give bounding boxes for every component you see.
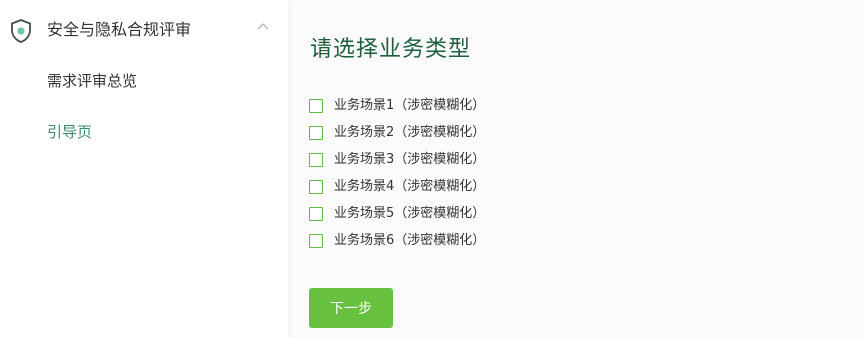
checkbox[interactable] [309, 179, 323, 194]
option-label: 业务场景4（涉密模糊化） [334, 178, 486, 194]
shield-icon [11, 19, 31, 43]
sidebar: 安全与隐私合规评审 需求评审总览 引导页 [0, 0, 288, 338]
chevron-up-icon[interactable] [257, 22, 269, 30]
option-label: 业务场景5（涉密模糊化） [334, 205, 486, 221]
sidebar-group-label: 安全与隐私合规评审 [47, 20, 192, 39]
page-title: 请选择业务类型 [310, 37, 472, 62]
main-content: 请选择业务类型 业务场景1（涉密模糊化） 业务场景2（涉密模糊化） 业务场景3（… [288, 0, 864, 338]
checkbox[interactable] [309, 125, 323, 140]
option-business-scenario-5[interactable]: 业务场景5（涉密模糊化） [309, 200, 485, 227]
checkbox[interactable] [309, 152, 323, 167]
option-business-scenario-6[interactable]: 业务场景6（涉密模糊化） [309, 227, 485, 254]
next-step-button[interactable]: 下一步 [309, 288, 393, 328]
option-business-scenario-3[interactable]: 业务场景3（涉密模糊化） [309, 146, 485, 173]
checkbox[interactable] [309, 233, 323, 248]
option-label: 业务场景1（涉密模糊化） [334, 97, 486, 113]
option-business-scenario-4[interactable]: 业务场景4（涉密模糊化） [309, 173, 485, 200]
sidebar-item-review-overview[interactable]: 需求评审总览 [47, 70, 137, 92]
checkbox[interactable] [309, 206, 323, 221]
option-label: 业务场景2（涉密模糊化） [334, 124, 486, 140]
sidebar-group-security-privacy[interactable]: 安全与隐私合规评审 [0, 0, 288, 60]
option-label: 业务场景3（涉密模糊化） [334, 151, 486, 167]
checkbox[interactable] [309, 98, 323, 113]
business-type-options: 业务场景1（涉密模糊化） 业务场景2（涉密模糊化） 业务场景3（涉密模糊化） 业… [309, 92, 485, 254]
option-business-scenario-2[interactable]: 业务场景2（涉密模糊化） [309, 119, 485, 146]
option-label: 业务场景6（涉密模糊化） [334, 232, 486, 248]
option-business-scenario-1[interactable]: 业务场景1（涉密模糊化） [309, 92, 485, 119]
sidebar-item-guide-page[interactable]: 引导页 [47, 121, 92, 143]
